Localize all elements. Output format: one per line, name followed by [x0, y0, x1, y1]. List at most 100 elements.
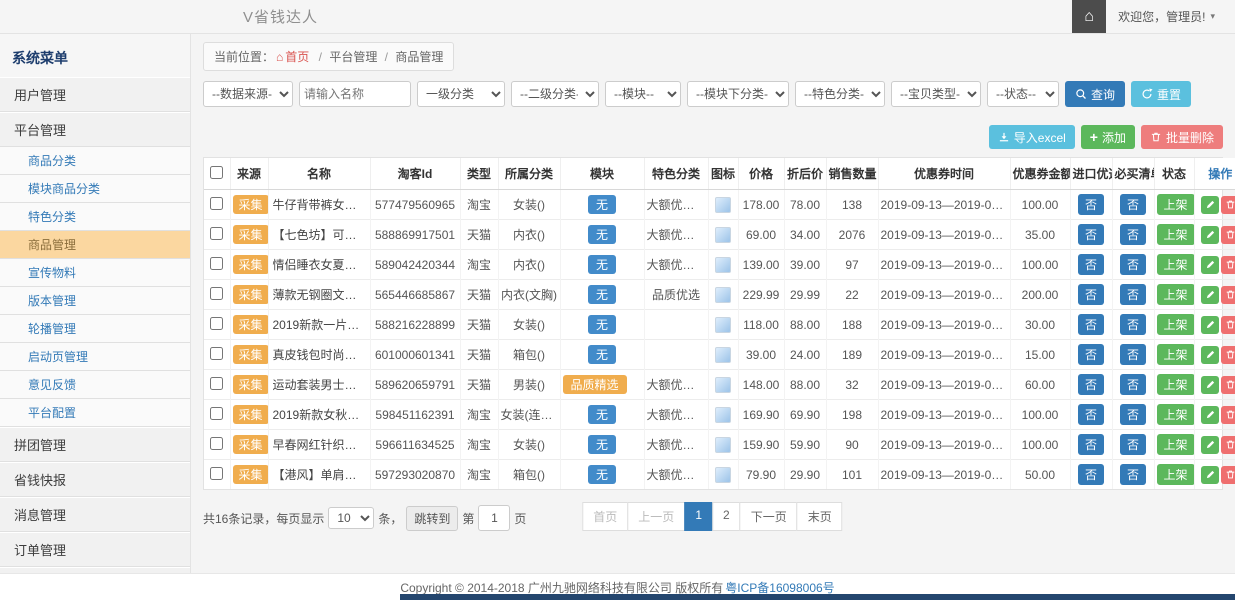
sidebar-item-goods-category[interactable]: 商品分类: [0, 147, 190, 175]
sidebar-item-module-goods-category[interactable]: 模块商品分类: [0, 175, 190, 203]
row-checkbox[interactable]: [210, 227, 223, 240]
sidebar-item-order-manage[interactable]: 订单管理: [0, 532, 190, 567]
import-toggle-button[interactable]: 否: [1078, 224, 1104, 245]
status-button[interactable]: 上架: [1157, 314, 1195, 335]
edit-button[interactable]: [1201, 466, 1219, 484]
sidebar-item-user-manage[interactable]: 用户管理: [0, 77, 190, 112]
user-menu[interactable]: 欢迎您，管理员! ▾: [1106, 0, 1235, 33]
filter-select-data-source[interactable]: --数据来源--: [203, 81, 293, 107]
filter-input-name[interactable]: [299, 81, 411, 107]
page-link[interactable]: 下一页: [740, 502, 798, 531]
must-buy-toggle-button[interactable]: 否: [1120, 194, 1146, 215]
edit-button[interactable]: [1201, 256, 1219, 274]
edit-button[interactable]: [1201, 316, 1219, 334]
must-buy-toggle-button[interactable]: 否: [1120, 464, 1146, 485]
sidebar-item-feedback[interactable]: 意见反馈: [0, 371, 190, 399]
delete-button[interactable]: [1221, 406, 1235, 424]
page-link[interactable]: 末页: [797, 502, 843, 531]
row-checkbox[interactable]: [210, 407, 223, 420]
row-checkbox[interactable]: [210, 197, 223, 210]
sidebar-item-message-manage[interactable]: 消息管理: [0, 497, 190, 532]
delete-button[interactable]: [1221, 286, 1235, 304]
edit-button[interactable]: [1201, 346, 1219, 364]
edit-button[interactable]: [1201, 196, 1219, 214]
row-checkbox[interactable]: [210, 437, 223, 450]
import-excel-button[interactable]: 导入excel: [989, 125, 1075, 149]
sidebar-item-platform-config[interactable]: 平台配置: [0, 399, 190, 427]
edit-button[interactable]: [1201, 436, 1219, 454]
import-toggle-button[interactable]: 否: [1078, 314, 1104, 335]
row-checkbox[interactable]: [210, 317, 223, 330]
reset-button[interactable]: 重置: [1131, 81, 1191, 107]
delete-button[interactable]: [1221, 436, 1235, 454]
filter-select-item-type[interactable]: --宝贝类型--: [891, 81, 981, 107]
row-checkbox[interactable]: [210, 347, 223, 360]
delete-button[interactable]: [1221, 466, 1235, 484]
sidebar-item-splash-manage[interactable]: 启动页管理: [0, 343, 190, 371]
filter-select-level1-category[interactable]: 一级分类: [417, 81, 505, 107]
must-buy-toggle-button[interactable]: 否: [1120, 434, 1146, 455]
delete-button[interactable]: [1221, 256, 1235, 274]
filter-select-level2-category[interactable]: --二级分类--: [511, 81, 599, 107]
row-checkbox[interactable]: [210, 377, 223, 390]
delete-button[interactable]: [1221, 346, 1235, 364]
page-link[interactable]: 首页: [582, 502, 628, 531]
status-button[interactable]: 上架: [1157, 194, 1195, 215]
home-button[interactable]: ⌂: [1072, 0, 1106, 33]
must-buy-toggle-button[interactable]: 否: [1120, 404, 1146, 425]
status-button[interactable]: 上架: [1157, 344, 1195, 365]
status-button[interactable]: 上架: [1157, 224, 1195, 245]
import-toggle-button[interactable]: 否: [1078, 254, 1104, 275]
edit-button[interactable]: [1201, 226, 1219, 244]
status-button[interactable]: 上架: [1157, 464, 1195, 485]
import-toggle-button[interactable]: 否: [1078, 194, 1104, 215]
sidebar-item-saving-express[interactable]: 省钱快报: [0, 462, 190, 497]
filter-select-feature-category[interactable]: --特色分类--: [795, 81, 885, 107]
import-toggle-button[interactable]: 否: [1078, 464, 1104, 485]
edit-button[interactable]: [1201, 376, 1219, 394]
per-page-select[interactable]: 10: [328, 507, 374, 529]
status-button[interactable]: 上架: [1157, 254, 1195, 275]
sidebar-item-promo-material[interactable]: 宣传物料: [0, 259, 190, 287]
must-buy-toggle-button[interactable]: 否: [1120, 224, 1146, 245]
breadcrumb-home-link[interactable]: ⌂首页: [276, 50, 309, 64]
batch-delete-button[interactable]: 批量删除: [1141, 125, 1223, 149]
delete-button[interactable]: [1221, 376, 1235, 394]
sidebar-item-goods-manage[interactable]: 商品管理: [0, 231, 190, 259]
import-toggle-button[interactable]: 否: [1078, 404, 1104, 425]
page-current[interactable]: 1: [684, 502, 713, 531]
icp-link[interactable]: 粤ICP备16098006号: [725, 579, 834, 596]
import-toggle-button[interactable]: 否: [1078, 374, 1104, 395]
sidebar-item-group-manage[interactable]: 拼团管理: [0, 427, 190, 462]
status-button[interactable]: 上架: [1157, 374, 1195, 395]
delete-button[interactable]: [1221, 226, 1235, 244]
row-checkbox[interactable]: [210, 467, 223, 480]
delete-button[interactable]: [1221, 196, 1235, 214]
edit-button[interactable]: [1201, 406, 1219, 424]
sidebar-item-feature-category[interactable]: 特色分类: [0, 203, 190, 231]
search-button[interactable]: 查询: [1065, 81, 1125, 107]
status-button[interactable]: 上架: [1157, 284, 1195, 305]
must-buy-toggle-button[interactable]: 否: [1120, 314, 1146, 335]
import-toggle-button[interactable]: 否: [1078, 284, 1104, 305]
row-checkbox[interactable]: [210, 287, 223, 300]
filter-select-module[interactable]: --模块--: [605, 81, 681, 107]
must-buy-toggle-button[interactable]: 否: [1120, 284, 1146, 305]
filter-select-module-sub-category[interactable]: --模块下分类--: [687, 81, 789, 107]
sidebar-item-platform-manage[interactable]: 平台管理: [0, 112, 190, 147]
import-toggle-button[interactable]: 否: [1078, 434, 1104, 455]
add-button[interactable]: + 添加: [1081, 125, 1135, 149]
status-button[interactable]: 上架: [1157, 404, 1195, 425]
sidebar-item-version-manage[interactable]: 版本管理: [0, 287, 190, 315]
page-link[interactable]: 上一页: [627, 502, 685, 531]
must-buy-toggle-button[interactable]: 否: [1120, 254, 1146, 275]
import-toggle-button[interactable]: 否: [1078, 344, 1104, 365]
delete-button[interactable]: [1221, 316, 1235, 334]
must-buy-toggle-button[interactable]: 否: [1120, 374, 1146, 395]
sidebar-item-carousel-manage[interactable]: 轮播管理: [0, 315, 190, 343]
page-link[interactable]: 2: [712, 502, 741, 531]
edit-button[interactable]: [1201, 286, 1219, 304]
row-checkbox[interactable]: [210, 257, 223, 270]
jump-button[interactable]: 跳转到: [406, 506, 458, 531]
select-all-checkbox[interactable]: [210, 166, 223, 179]
